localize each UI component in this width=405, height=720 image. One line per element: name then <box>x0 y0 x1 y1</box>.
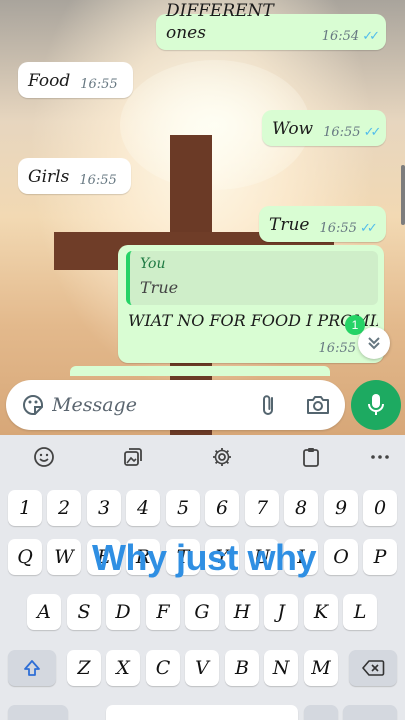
read-ticks-icon: ✓✓ <box>359 221 378 236</box>
key-0[interactable]: 0 <box>363 490 397 526</box>
scrollbar[interactable] <box>401 165 405 225</box>
message-text: Food <box>28 71 71 91</box>
keyboard-sticker-button[interactable] <box>119 443 147 471</box>
key-o[interactable]: O <box>324 539 358 575</box>
key-x[interactable]: X <box>106 650 140 686</box>
key-4[interactable]: 4 <box>126 490 160 526</box>
key-v[interactable]: V <box>185 650 219 686</box>
key-b[interactable]: B <box>225 650 259 686</box>
quoted-text: True <box>140 278 179 297</box>
message-meta: 16:55 ✓✓ <box>323 125 382 140</box>
message-text: Girls <box>28 167 70 187</box>
key-q[interactable]: Q <box>8 539 42 575</box>
scroll-to-bottom-button[interactable] <box>358 327 390 359</box>
key-1[interactable]: 1 <box>8 490 42 526</box>
key-d[interactable]: D <box>106 594 140 630</box>
message-text: WIAT NO FOR FOOD I PROMIIE <box>128 311 378 330</box>
backspace-key[interactable] <box>349 650 397 686</box>
shift-icon <box>24 660 40 676</box>
chevron-double-down-icon <box>368 337 380 350</box>
key-5[interactable]: 5 <box>166 490 200 526</box>
enter-key[interactable] <box>343 705 397 720</box>
emoji-icon <box>34 447 54 467</box>
key-l[interactable]: L <box>343 594 377 630</box>
keyboard-toolbar <box>0 435 405 479</box>
sticker-icon <box>22 395 43 415</box>
message-bubble[interactable]: True 16:55 ✓✓ <box>259 206 386 242</box>
message-time: 16:55 <box>319 221 357 236</box>
period-key[interactable] <box>304 705 338 720</box>
message-bubble[interactable]: Wow 16:55 ✓✓ <box>262 110 386 146</box>
message-bubble[interactable]: Food 16:55 <box>18 62 133 98</box>
key-m[interactable]: M <box>304 650 338 686</box>
settings-icon <box>213 448 231 466</box>
message-time: 16:55 <box>323 125 361 140</box>
reply-message-bubble[interactable]: You True WIAT NO FOR FOOD I PROMIIE 16:5… <box>118 245 384 363</box>
message-input[interactable] <box>52 390 242 420</box>
key-f[interactable]: F <box>146 594 180 630</box>
key-8[interactable]: 8 <box>284 490 318 526</box>
key-9[interactable]: 9 <box>324 490 358 526</box>
message-meta: 16:55 <box>79 173 116 188</box>
read-ticks-icon: ✓✓ <box>362 29 380 44</box>
key-w[interactable]: W <box>47 539 81 575</box>
backspace-icon <box>362 660 385 676</box>
key-g[interactable]: G <box>185 594 219 630</box>
key-h[interactable]: H <box>225 594 259 630</box>
video-caption-overlay: Why just why <box>92 537 317 578</box>
message-text: Wow <box>272 119 314 139</box>
quoted-message[interactable]: You True <box>126 251 378 305</box>
key-p[interactable]: P <box>363 539 397 575</box>
key-k[interactable]: K <box>304 594 338 630</box>
attach-button[interactable] <box>256 392 282 418</box>
key-j[interactable]: J <box>264 594 298 630</box>
message-time: 16:55 <box>79 173 117 188</box>
shift-key[interactable] <box>8 650 56 686</box>
keyboard-emoji-button[interactable] <box>30 443 58 471</box>
voice-message-button[interactable] <box>351 380 401 430</box>
keyboard-more-button[interactable] <box>366 443 394 471</box>
key-7[interactable]: 7 <box>245 490 279 526</box>
keyboard-settings-button[interactable] <box>208 443 236 471</box>
key-s[interactable]: S <box>67 594 101 630</box>
message-time: 16:55 <box>80 77 118 92</box>
clipboard-icon <box>303 448 319 467</box>
partial-message-bubble <box>70 366 330 376</box>
message-bubble[interactable]: Girls 16:55 <box>18 158 131 194</box>
message-meta: 16:54 ✓✓ <box>321 29 380 44</box>
message-time: 16:54 <box>321 29 360 44</box>
key-z[interactable]: Z <box>67 650 101 686</box>
image-sticker-icon <box>124 448 142 466</box>
key-a[interactable]: A <box>27 594 61 630</box>
microphone-icon <box>368 394 384 415</box>
message-compose-bar <box>6 380 345 430</box>
paperclip-icon <box>263 395 273 415</box>
key-n[interactable]: N <box>264 650 298 686</box>
camera-icon <box>307 396 329 414</box>
space-key[interactable] <box>106 705 298 720</box>
quoted-author: You <box>140 256 166 272</box>
message-meta: 16:55 <box>80 77 117 92</box>
keyboard-clipboard-button[interactable] <box>297 443 325 471</box>
key-c[interactable]: C <box>146 650 180 686</box>
message-text: DIFFERENT ones <box>166 1 274 43</box>
symbols-key[interactable] <box>8 705 68 720</box>
message-meta: 16:55 ✓✓ <box>319 221 378 236</box>
message-time: 16:55 <box>318 341 356 356</box>
message-bubble[interactable]: DIFFERENT ones 16:54 ✓✓ <box>156 1 386 50</box>
key-3[interactable]: 3 <box>87 490 121 526</box>
key-2[interactable]: 2 <box>47 490 81 526</box>
sticker-button[interactable] <box>20 392 46 418</box>
key-6[interactable]: 6 <box>205 490 239 526</box>
message-text: True <box>269 215 310 235</box>
more-icon <box>371 455 389 459</box>
read-ticks-icon: ✓✓ <box>363 125 382 140</box>
camera-button[interactable] <box>304 392 332 418</box>
